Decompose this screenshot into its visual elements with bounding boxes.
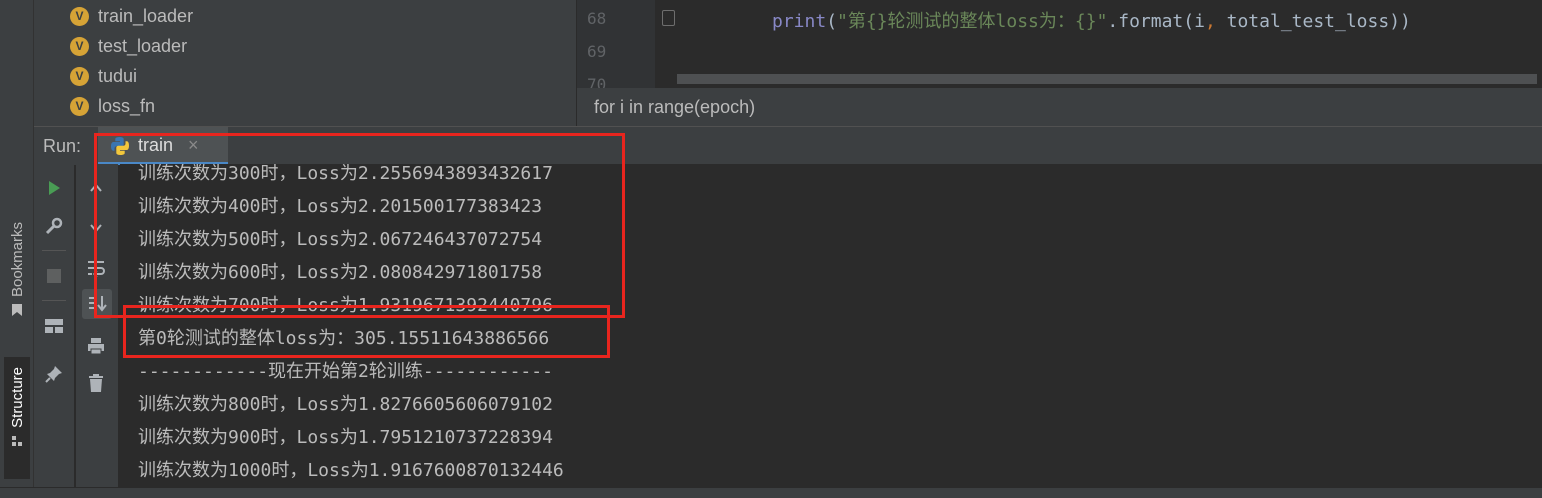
soft-wrap-icon [88,261,105,277]
structure-item-label: loss_fn [98,95,156,116]
run-label: Run: [43,136,82,156]
left-tool-strip: Bookmarks Structure [0,0,34,487]
scroll-to-end-icon [89,296,107,312]
console-line: 训练次数为700时，Loss为1.9319671392440796 [138,295,553,316]
bookmark-icon [12,304,22,317]
code-string: "第{}轮测试的整体loss为：{}" [837,11,1108,32]
console-line: 训练次数为500时，Loss为2.067246437072754 [138,229,543,250]
code-paren: ( [826,11,838,32]
fold-marker-icon[interactable] [662,10,675,26]
code-function: print [772,11,827,32]
structure-item-label: test_loader [98,35,188,56]
pin-button[interactable] [42,362,66,386]
structure-item-label: train_loader [98,5,194,26]
trash-icon [89,374,103,392]
console-line: 训练次数为1000时，Loss为1.9167600870132446 [138,460,564,481]
tab-structure[interactable]: Structure [4,357,30,479]
variable-icon: V [70,6,89,26]
structure-item[interactable]: V loss_fn [70,93,155,119]
python-icon [111,137,129,155]
code-args: total_test_loss)) [1215,11,1411,32]
scroll-to-end-button[interactable] [82,289,112,319]
print-icon [88,338,104,355]
scroll-down-button[interactable] [84,216,108,240]
settings-button[interactable] [42,214,66,238]
run-tab-label: train [138,135,174,155]
line-number: 69 [587,42,607,61]
console-output[interactable]: 训练次数为300时，Loss为2.2556943893432617 训练次数为4… [120,164,1542,487]
stop-button[interactable] [42,264,66,288]
structure-icon [12,435,22,446]
console-line: 训练次数为400时，Loss为2.201500177383423 [138,196,543,217]
run-icon [49,181,60,195]
editor-horizontal-scrollbar[interactable] [677,74,1537,84]
layout-icon [45,319,63,333]
tab-bookmarks[interactable]: Bookmarks [4,222,30,317]
code-comma: , [1204,11,1216,32]
run-toolwindow-header: Run: train × [34,126,1542,165]
toolbar-divider [42,250,66,251]
code-line[interactable]: print("第{}轮测试的整体loss为：{}".format(i, tota… [772,7,1411,33]
layout-button[interactable] [42,314,66,338]
structure-item[interactable]: V test_loader [70,33,187,59]
pin-icon [45,366,62,383]
stop-icon [47,269,61,283]
structure-item[interactable]: V train_loader [70,3,193,29]
tab-structure-label: Structure [8,367,26,428]
run-tab-train[interactable]: train × [98,127,228,165]
code-call: .format(i [1107,11,1205,32]
console-line: 训练次数为600时，Loss为2.080842971801758 [138,262,543,283]
arrow-down-icon [90,224,102,233]
variable-icon: V [70,66,89,86]
console-line: 训练次数为800时，Loss为1.8276605606079102 [138,394,553,415]
clear-console-button[interactable] [84,371,108,395]
run-toolbar-secondary [76,164,118,487]
scroll-up-button[interactable] [84,176,108,200]
tab-bookmarks-label: Bookmarks [8,222,26,298]
console-line: 训练次数为900时，Loss为1.7951210737228394 [138,427,553,448]
run-toolbar-primary [34,164,74,487]
code-editor[interactable]: 68 69 70 print("第{}轮测试的整体loss为：{}".forma… [577,0,1542,126]
structure-item[interactable]: V tudui [70,63,137,89]
soft-wrap-button[interactable] [84,256,108,280]
console-line: 训练次数为300时，Loss为2.2556943893432617 [138,164,553,184]
variable-icon: V [70,96,89,116]
breadcrumb[interactable]: for i in range(epoch) [577,88,1542,126]
bottom-tool-strip [0,487,1542,498]
structure-item-label: tudui [98,65,138,86]
rerun-button[interactable] [42,176,66,200]
print-button[interactable] [84,334,108,358]
line-number: 68 [587,9,607,28]
breadcrumb-item[interactable]: for i in range(epoch) [594,97,755,117]
variable-icon: V [70,36,89,56]
arrow-up-icon [90,183,102,192]
toolbar-divider [42,300,66,301]
close-icon[interactable]: × [188,135,199,156]
wrench-icon [45,217,63,235]
console-line: 第0轮测试的整体loss为：305.15511643886566 [138,328,550,349]
structure-panel: V train_loader V test_loader V tudui V l… [34,0,609,126]
console-line: ------------现在开始第2轮训练------------ [138,361,553,382]
